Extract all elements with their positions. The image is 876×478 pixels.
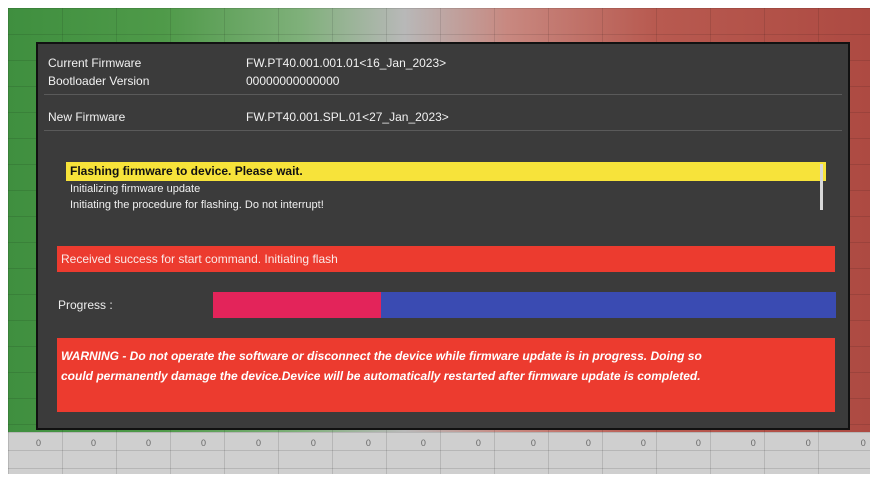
progress-label: Progress : xyxy=(58,298,113,312)
warning-text-line: WARNING - Do not operate the software or… xyxy=(61,349,702,363)
axis-tick: 0 xyxy=(750,438,756,448)
firmware-update-dialog: Current Firmware FW.PT40.001.001.01<16_J… xyxy=(36,42,850,430)
flash-log: Flashing firmware to device. Please wait… xyxy=(66,162,830,214)
axis-tick: 0 xyxy=(310,438,316,448)
axis-tick: 0 xyxy=(36,438,42,448)
log-highlight-line: Flashing firmware to device. Please wait… xyxy=(66,162,826,181)
warning-banner: WARNING - Do not operate the software or… xyxy=(57,338,835,412)
axis-tick: 0 xyxy=(640,438,646,448)
status-banner: Received success for start command. Init… xyxy=(57,246,835,272)
background-axis-ticks: 0 0 0 0 0 0 0 0 0 0 0 0 0 0 0 0 xyxy=(36,438,866,452)
progress-bar-fill xyxy=(213,292,382,318)
log-scrollbar[interactable] xyxy=(820,164,823,210)
new-firmware-label: New Firmware xyxy=(48,110,126,124)
axis-tick: 0 xyxy=(475,438,481,448)
log-line: Initiating the procedure for flashing. D… xyxy=(70,199,324,211)
bootloader-label: Bootloader Version xyxy=(48,74,150,88)
axis-tick: 0 xyxy=(145,438,151,448)
axis-tick: 0 xyxy=(255,438,261,448)
progress-bar xyxy=(213,292,836,318)
current-firmware-value: FW.PT40.001.001.01<16_Jan_2023> xyxy=(246,56,447,70)
log-line: Initializing firmware update xyxy=(70,183,201,195)
axis-tick: 0 xyxy=(200,438,206,448)
current-firmware-label: Current Firmware xyxy=(48,56,142,70)
divider xyxy=(44,130,842,131)
axis-tick: 0 xyxy=(805,438,811,448)
axis-tick: 0 xyxy=(860,438,866,448)
warning-text-line: could permanently damage the device.Devi… xyxy=(61,369,701,383)
bootloader-value: 00000000000000 xyxy=(246,74,340,88)
axis-tick: 0 xyxy=(530,438,536,448)
axis-tick: 0 xyxy=(695,438,701,448)
axis-tick: 0 xyxy=(585,438,591,448)
divider xyxy=(44,94,842,95)
new-firmware-value: FW.PT40.001.SPL.01<27_Jan_2023> xyxy=(246,110,449,124)
axis-tick: 0 xyxy=(90,438,96,448)
axis-tick: 0 xyxy=(420,438,426,448)
axis-tick: 0 xyxy=(365,438,371,448)
